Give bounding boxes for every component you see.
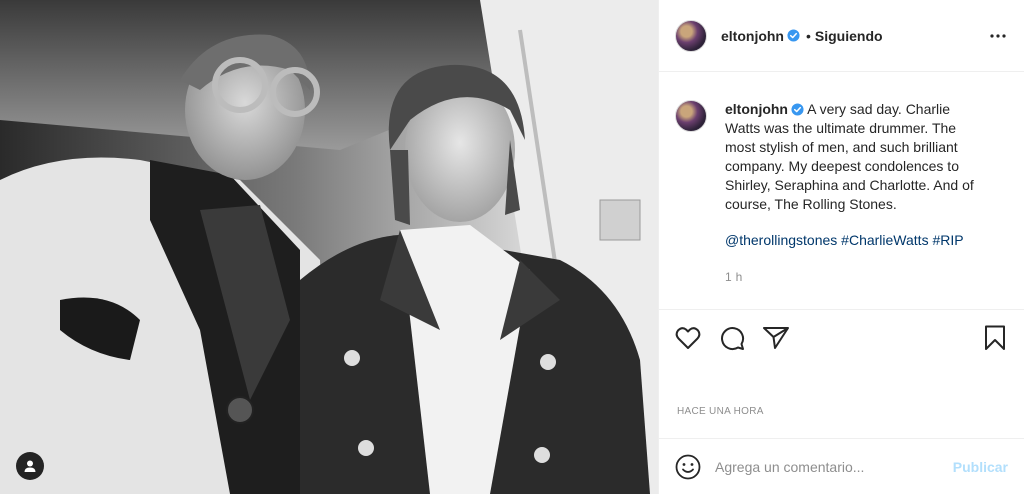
post-header: eltonjohn • Siguiendo <box>659 0 1024 72</box>
post-details-panel: eltonjohn • Siguiendo eltonjohn A very s… <box>658 0 1024 494</box>
heart-icon <box>675 326 701 349</box>
caption-avatar[interactable] <box>675 100 707 132</box>
add-comment-bar: Publicar <box>659 438 1024 494</box>
post-photo[interactable] <box>0 0 658 494</box>
comment-button[interactable] <box>719 325 745 351</box>
hashtag-link[interactable]: #CharlieWatts <box>841 232 928 248</box>
share-button[interactable] <box>763 325 789 351</box>
smiley-icon <box>675 454 701 479</box>
caption-section: eltonjohn A very sad day. Charlie Watts … <box>659 73 1024 309</box>
like-button[interactable] <box>675 325 701 351</box>
more-options-icon <box>990 33 1006 38</box>
caption-tags: @therollingstones #CharlieWatts #RIP <box>725 231 983 250</box>
caption-body: eltonjohn A very sad day. Charlie Watts … <box>725 100 983 287</box>
verified-badge-icon <box>787 29 800 42</box>
avatar[interactable] <box>675 19 707 52</box>
hashtag-link[interactable]: #RIP <box>932 232 963 248</box>
emoji-button[interactable] <box>675 454 701 480</box>
author-username[interactable]: eltonjohn <box>721 28 784 44</box>
following-button[interactable]: Siguiendo <box>815 28 883 44</box>
comment-input[interactable] <box>715 458 953 475</box>
paper-plane-icon <box>763 326 789 349</box>
post-actions <box>659 309 1024 365</box>
save-button[interactable] <box>982 325 1008 351</box>
black-and-white-portrait-image <box>0 0 658 494</box>
caption-text: A very sad day. Charlie Watts was the ul… <box>725 101 974 212</box>
publish-button[interactable]: Publicar <box>953 459 1008 475</box>
separator-dot: • <box>806 27 811 44</box>
user-tag-icon <box>24 460 36 472</box>
caption-timestamp[interactable]: 1 h <box>725 268 983 287</box>
comment-bubble-icon <box>721 326 745 350</box>
user-tag-button[interactable] <box>16 452 44 480</box>
more-options-button[interactable] <box>988 33 1008 39</box>
bookmark-icon <box>985 325 1005 350</box>
caption-username[interactable]: eltonjohn <box>725 101 788 117</box>
post-date[interactable]: HACE UNA HORA <box>677 406 764 417</box>
caption: eltonjohn A very sad day. Charlie Watts … <box>675 100 1008 287</box>
mention-link[interactable]: @therollingstones <box>725 232 837 248</box>
verified-badge-icon <box>791 103 804 116</box>
